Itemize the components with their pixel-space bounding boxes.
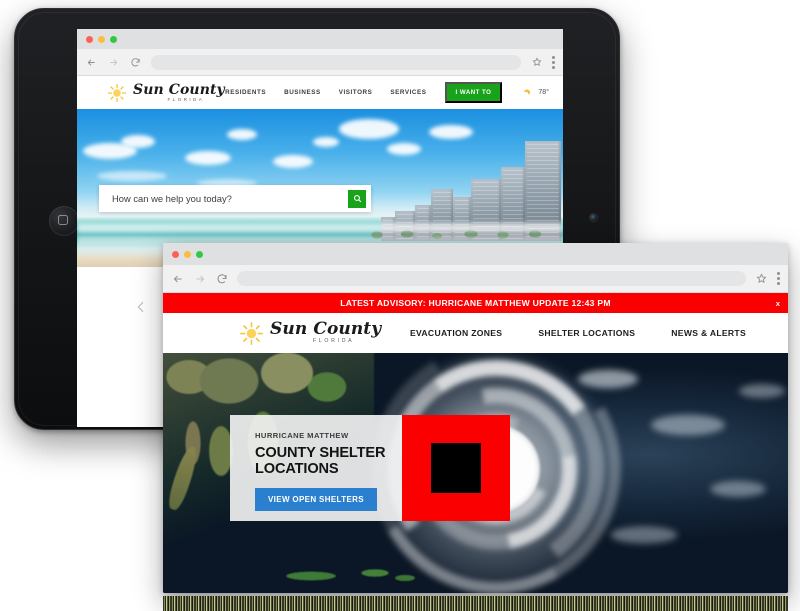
nav-item-services[interactable]: SERVICES [390,89,426,96]
search-icon [353,191,362,206]
main-navigation: RESIDENTS BUSINESS VISITORS SERVICES I W… [225,82,549,103]
search-button[interactable] [348,189,366,208]
nav-item-business[interactable]: BUSINESS [284,89,321,96]
window-maximize-button[interactable] [110,35,117,43]
browser-titlebar-tablet [77,29,563,49]
nav-item-residents[interactable]: RESIDENTS [225,89,266,96]
address-bar[interactable] [151,54,521,70]
promo-black-swatch [431,443,481,493]
nav-item-shelter-locations[interactable]: SHELTER LOCATIONS [538,328,635,338]
weather-widget[interactable]: 78° [520,87,549,99]
address-bar[interactable] [237,271,746,286]
search-input[interactable] [110,192,348,205]
emergency-alert-bar: LATEST ADVISORY: HURRICANE MATTHEW UPDAT… [163,293,788,313]
forward-arrow-icon[interactable] [107,56,120,69]
alert-message: LATEST ADVISORY: HURRICANE MATTHEW UPDAT… [340,298,611,308]
browser-titlebar-window2 [163,243,788,265]
logo-subtitle: FLORIDA [312,338,355,345]
chevron-left-icon[interactable] [133,299,149,315]
reload-icon[interactable] [215,272,228,285]
nav-item-news-alerts[interactable]: NEWS & ALERTS [671,328,746,338]
logo-wordmark: Sun County [133,81,225,98]
promo-eyebrow: HURRICANE MATTHEW [255,431,349,440]
site-logo[interactable]: Sun County FLORIDA [107,83,225,103]
promo-title: COUNTY SHELTER LOCATIONS [255,445,386,477]
kebab-menu-icon[interactable] [777,272,780,285]
hurricane-satellite-banner: HURRICANE MATTHEW COUNTY SHELTER LOCATIO… [163,353,788,593]
logo-subtitle: FLORIDA [167,96,205,102]
alert-close-button[interactable]: x [776,299,780,308]
shelter-promo-card: HURRICANE MATTHEW COUNTY SHELTER LOCATIO… [230,415,510,521]
reload-icon[interactable] [129,56,142,69]
browser-window-hurricane: LATEST ADVISORY: HURRICANE MATTHEW UPDAT… [163,243,788,593]
site-header-tablet: Sun County FLORIDA RESIDENTS BUSINESS VI… [77,76,563,109]
star-icon[interactable] [530,56,543,69]
window-close-button[interactable] [86,35,93,43]
window-maximize-button[interactable] [196,250,203,258]
tablet-camera-icon [590,214,597,221]
back-arrow-icon[interactable] [85,56,98,69]
hero-search-box [99,185,371,212]
nav-item-evacuation-zones[interactable]: EVACUATION ZONES [410,328,502,338]
back-arrow-icon[interactable] [171,272,184,285]
nav-item-visitors[interactable]: VISITORS [339,89,373,96]
window-minimize-button[interactable] [98,35,105,43]
window-close-button[interactable] [172,250,179,258]
i-want-to-button[interactable]: I WANT TO [444,82,503,103]
emergency-navigation: EVACUATION ZONES SHELTER LOCATIONS NEWS … [410,328,768,338]
star-icon[interactable] [755,272,768,285]
promo-red-panel [402,415,510,521]
view-open-shelters-button[interactable]: VIEW OPEN SHELTERS [255,487,377,511]
bottom-image-strip [163,596,788,611]
browser-toolbar-tablet [77,49,563,76]
tablet-home-button[interactable] [49,206,79,236]
weather-temperature: 78° [538,89,549,96]
browser-toolbar-window2 [163,265,788,293]
sun-icon [239,321,264,346]
forward-arrow-icon[interactable] [193,272,206,285]
logo-wordmark: Sun County [270,319,382,340]
sun-icon [107,83,127,103]
window-minimize-button[interactable] [184,250,191,258]
kebab-menu-icon[interactable] [552,55,555,69]
site-header-window2: Sun County FLORIDA EVACUATION ZONES SHEL… [163,313,788,353]
site-logo[interactable]: Sun County FLORIDA [239,321,381,346]
sun-behind-cloud-icon [520,87,534,99]
